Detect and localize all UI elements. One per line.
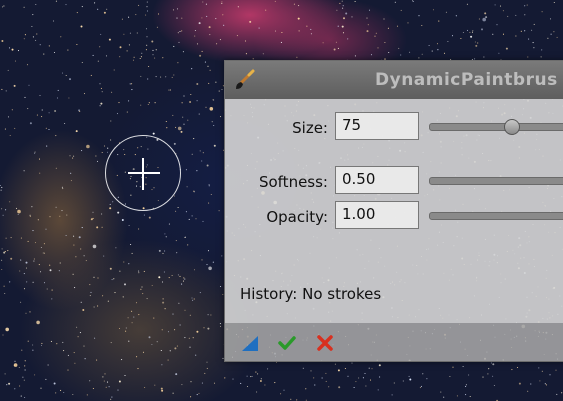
size-label: Size: [292, 119, 328, 137]
opacity-field[interactable]: 1.00 [335, 201, 419, 229]
title-bar[interactable]: DynamicPaintbrus [225, 61, 563, 99]
size-field[interactable]: 75 [335, 112, 419, 140]
brush-cursor-icon [105, 135, 181, 211]
paintbrush-icon [236, 69, 255, 89]
size-slider-handle[interactable] [503, 119, 520, 135]
opacity-slider[interactable] [429, 212, 563, 220]
window-title: DynamicPaintbrus [375, 70, 558, 90]
dialog-footer [225, 323, 563, 361]
history-status: History: No strokes [240, 285, 382, 303]
softness-slider[interactable] [429, 177, 563, 185]
dynamic-paintbrush-dialog: DynamicPaintbrus Size: 75 Softness: 0.50… [224, 60, 563, 362]
softness-label: Softness: [258, 173, 328, 191]
checkmark-icon[interactable] [277, 333, 297, 353]
softness-field[interactable]: 0.50 [335, 166, 419, 194]
opacity-label: Opacity: [266, 208, 328, 226]
dialog-body: Size: 75 Softness: 0.50 Opacity: 1.00 Hi… [225, 99, 563, 323]
new-instance-icon[interactable] [240, 333, 260, 353]
size-slider[interactable] [429, 123, 563, 131]
cancel-icon[interactable] [315, 333, 335, 353]
